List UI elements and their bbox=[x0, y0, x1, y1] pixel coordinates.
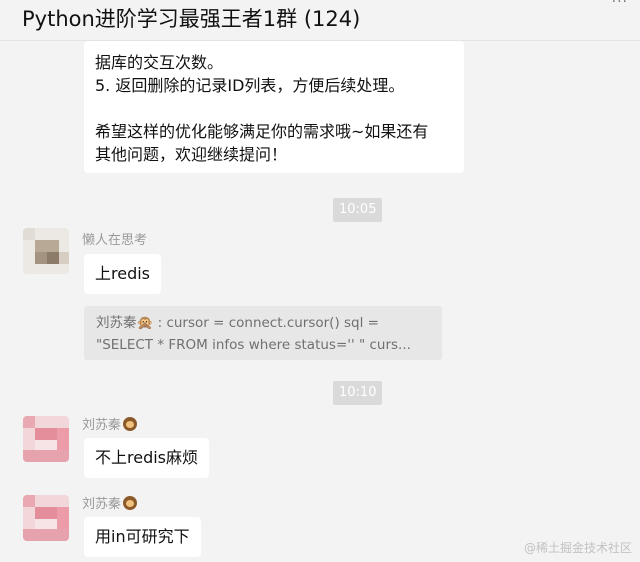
sender-name: 刘苏秦 bbox=[82, 493, 138, 512]
avatar[interactable] bbox=[23, 228, 69, 274]
reply-line: 其他问题，欢迎继续提问！ bbox=[95, 145, 288, 164]
watermark: @稀土掘金技术社区 bbox=[523, 541, 632, 555]
group-title: Python进阶学习最强王者1群 (124) bbox=[22, 7, 361, 31]
reply-line: 5. 返回删除的记录ID列表，方便后续处理。 bbox=[95, 76, 405, 95]
avatar[interactable] bbox=[23, 495, 69, 541]
reply-line: 希望这样的优化能够满足你的需求哦~如果还有 bbox=[95, 122, 429, 141]
chat-message-list[interactable]: 据库的交互次数。 5. 返回删除的记录ID列表，方便后续处理。 希望这样的优化能… bbox=[0, 41, 640, 562]
quote-line: "SELECT * FROM infos where status='' " c… bbox=[96, 337, 411, 353]
monkey-emoji-icon bbox=[123, 417, 138, 431]
timestamp: 10:10 bbox=[333, 381, 383, 405]
quoted-message[interactable]: 刘苏秦🙊 : cursor = connect.cursor() sql = "… bbox=[84, 306, 442, 360]
chat-header: Python进阶学习最强王者1群 (124) ··· bbox=[0, 0, 640, 41]
avatar[interactable] bbox=[23, 416, 69, 462]
bot-reply-bubble: 据库的交互次数。 5. 返回删除的记录ID列表，方便后续处理。 希望这样的优化能… bbox=[84, 41, 464, 173]
quote-line: 刘苏秦🙊 : cursor = connect.cursor() sql = bbox=[96, 315, 379, 331]
sender-name: 懒人在思考 bbox=[82, 233, 148, 248]
reply-line: 据库的交互次数。 bbox=[95, 53, 224, 72]
message-bubble: 不上redis麻烦 bbox=[84, 438, 210, 478]
message-bubble: 用in可研究下 bbox=[84, 517, 201, 557]
reply-blank-line bbox=[95, 97, 453, 120]
timestamp: 10:05 bbox=[333, 198, 383, 222]
message-bubble: 上redis bbox=[84, 254, 162, 294]
sender-name: 刘苏秦 bbox=[82, 414, 138, 433]
more-options-icon[interactable]: ··· bbox=[612, 0, 628, 10]
monkey-emoji-icon bbox=[123, 496, 138, 510]
